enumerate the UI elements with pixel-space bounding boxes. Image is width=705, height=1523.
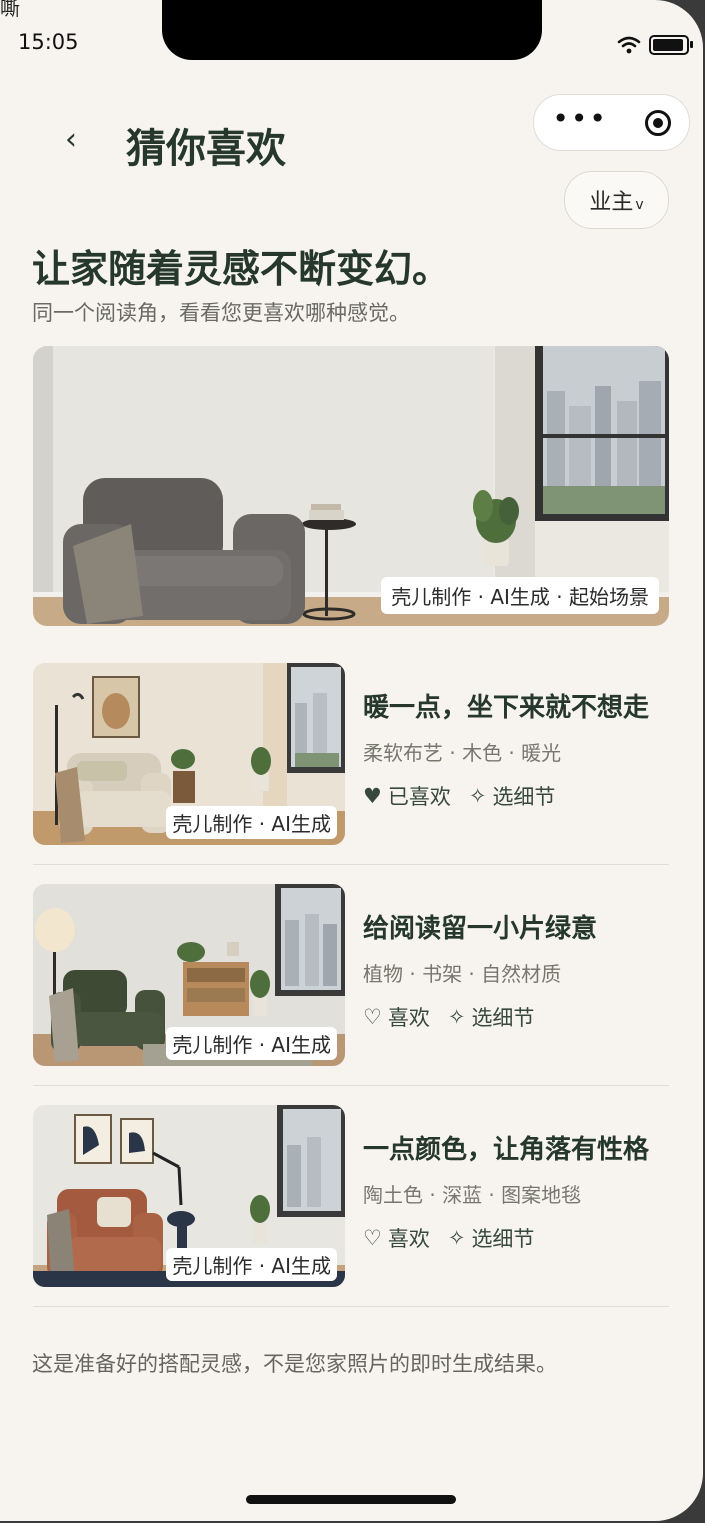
device-notch xyxy=(162,0,542,60)
style-card-image-tag: 壳儿制作 · AI生成 xyxy=(166,1248,337,1281)
like-label: 喜欢 xyxy=(387,1006,430,1030)
battery-icon xyxy=(649,35,693,55)
choose-details-button[interactable]: ✧ 选细节 xyxy=(448,1223,535,1253)
phone-screen: 嘶 15:05 ••• ‹ 猜你喜欢 业主 v 让家随着灵感不断变幻。 同一个阅… xyxy=(0,0,703,1521)
divider xyxy=(33,864,669,865)
style-card-tags: 陶土色 · 深蓝 · 图案地毯 xyxy=(363,1183,582,1207)
sparkle-icon: ✧ xyxy=(447,1005,466,1029)
hero-image[interactable]: 壳儿制作 · AI生成 · 起始场景 xyxy=(33,346,669,626)
style-card[interactable]: 壳儿制作 · AI生成 给阅读留一小片绿意 植物 · 书架 · 自然材质 ♡ 喜… xyxy=(33,884,669,1066)
choose-details-label: 选细节 xyxy=(471,1227,535,1251)
style-card-tags: 植物 · 书架 · 自然材质 xyxy=(363,962,562,986)
stray-text: 嘶 xyxy=(0,0,20,20)
style-card-actions: ♡ 喜欢 ✧ 选细节 xyxy=(363,1223,534,1253)
heart-outline-icon: ♡ xyxy=(363,1226,382,1250)
close-miniprogram-icon[interactable] xyxy=(644,109,671,136)
sparkle-icon: ✧ xyxy=(447,1226,466,1250)
more-icon[interactable]: ••• xyxy=(552,104,608,133)
status-time: 15:05 xyxy=(18,30,79,54)
role-selector[interactable]: 业主 v xyxy=(564,171,669,229)
headline: 让家随着灵感不断变幻。 xyxy=(32,247,451,291)
chevron-down-icon: v xyxy=(635,197,644,213)
status-icons xyxy=(617,35,693,55)
back-button[interactable]: ‹ xyxy=(56,122,86,157)
liked-button[interactable]: ♥ 已喜欢 xyxy=(363,781,451,811)
heart-filled-icon: ♥ xyxy=(363,784,382,808)
miniprogram-capsule: ••• xyxy=(533,94,690,151)
hero-image-tag: 壳儿制作 · AI生成 · 起始场景 xyxy=(381,577,659,614)
like-button[interactable]: ♡ 喜欢 xyxy=(363,1002,430,1032)
choose-details-button[interactable]: ✧ 选细节 xyxy=(469,781,556,811)
style-card-tags: 柔软布艺 · 木色 · 暖光 xyxy=(363,741,562,765)
home-indicator[interactable] xyxy=(246,1495,456,1504)
footer-note: 这是准备好的搭配灵感，不是您家照片的即时生成结果。 xyxy=(32,1352,557,1376)
style-card-actions: ♡ 喜欢 ✧ 选细节 xyxy=(363,1002,534,1032)
style-card[interactable]: 壳儿制作 · AI生成 暖一点，坐下来就不想走 柔软布艺 · 木色 · 暖光 ♥… xyxy=(33,663,669,845)
divider xyxy=(33,1085,669,1086)
style-card-image[interactable]: 壳儿制作 · AI生成 xyxy=(33,1105,345,1287)
like-label: 已喜欢 xyxy=(387,785,451,809)
page-title: 猜你喜欢 xyxy=(126,126,286,172)
style-card-title: 一点颜色，让角落有性格 xyxy=(363,1135,650,1165)
sparkle-icon: ✧ xyxy=(468,784,487,808)
choose-details-button[interactable]: ✧ 选细节 xyxy=(448,1002,535,1032)
subline: 同一个阅读角，看看您更喜欢哪种感觉。 xyxy=(32,301,410,325)
wifi-icon xyxy=(617,36,641,54)
style-card-image[interactable]: 壳儿制作 · AI生成 xyxy=(33,663,345,845)
divider xyxy=(33,1306,669,1307)
like-button[interactable]: ♡ 喜欢 xyxy=(363,1223,430,1253)
like-label: 喜欢 xyxy=(387,1227,430,1251)
style-card-image-tag: 壳儿制作 · AI生成 xyxy=(166,1027,337,1060)
style-card-image[interactable]: 壳儿制作 · AI生成 xyxy=(33,884,345,1066)
choose-details-label: 选细节 xyxy=(471,1006,535,1030)
style-card-image-tag: 壳儿制作 · AI生成 xyxy=(166,806,337,839)
style-card-title: 给阅读留一小片绿意 xyxy=(363,914,598,944)
role-label: 业主 xyxy=(589,190,634,215)
choose-details-label: 选细节 xyxy=(492,785,556,809)
style-card[interactable]: 壳儿制作 · AI生成 一点颜色，让角落有性格 陶土色 · 深蓝 · 图案地毯 … xyxy=(33,1105,669,1287)
style-card-title: 暖一点，坐下来就不想走 xyxy=(363,693,650,723)
style-card-actions: ♥ 已喜欢 ✧ 选细节 xyxy=(363,781,555,811)
heart-outline-icon: ♡ xyxy=(363,1005,382,1029)
